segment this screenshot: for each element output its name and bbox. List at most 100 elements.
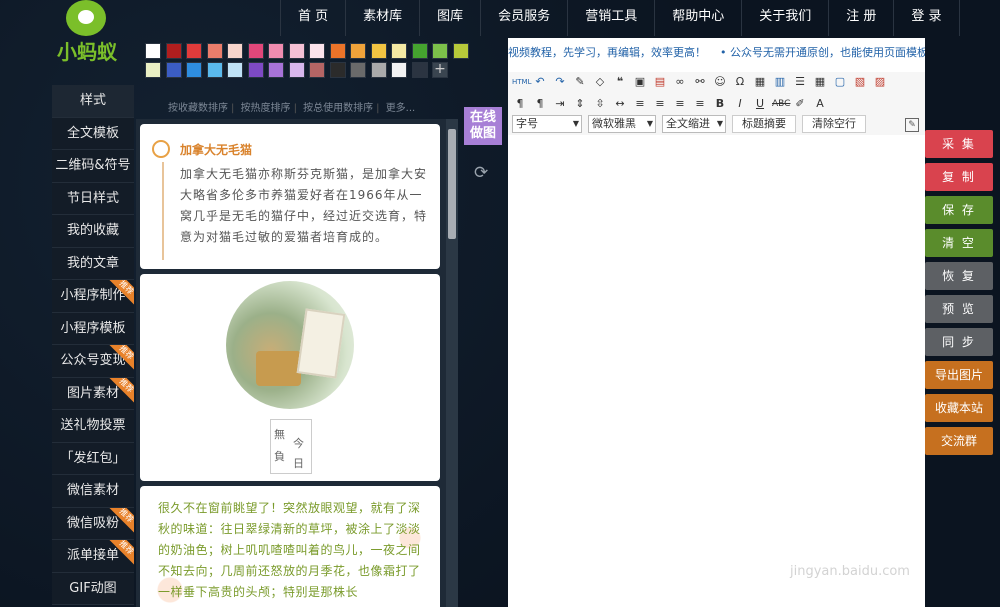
sidebar-item[interactable]: 样式 xyxy=(52,85,134,118)
title-summary-button[interactable]: 标题摘要 xyxy=(732,115,796,133)
font-family-select[interactable]: 微软雅黑 ▼ xyxy=(588,115,656,133)
sidebar-item[interactable]: 微信吸粉 推荐 xyxy=(52,507,134,540)
color-swatch[interactable] xyxy=(145,43,161,59)
table-icon[interactable]: ▦ xyxy=(812,74,828,90)
color-swatch[interactable] xyxy=(145,62,161,78)
indent-select[interactable]: 全文缩进 ▼ xyxy=(662,115,726,133)
sort-by-usage[interactable]: 按总使用数排序 xyxy=(303,103,373,114)
action-button[interactable]: 导出图片 xyxy=(925,361,993,389)
rtl-icon[interactable]: ¶ xyxy=(532,96,548,112)
font-color-icon[interactable]: A xyxy=(812,96,828,112)
sidebar-item[interactable]: 节日样式 xyxy=(52,182,134,215)
sidebar-item[interactable]: 全文模板 xyxy=(52,117,134,150)
highlight-icon[interactable]: ✐ xyxy=(792,96,808,112)
color-swatch[interactable] xyxy=(411,62,428,78)
nav-about-us[interactable]: 关于我们 xyxy=(741,0,828,36)
nav-login[interactable]: 登 录 xyxy=(893,0,960,36)
action-button[interactable]: 恢 复 xyxy=(925,262,993,290)
color-swatch[interactable] xyxy=(288,43,305,59)
action-button[interactable]: 预 览 xyxy=(925,295,993,323)
align-right-icon[interactable]: ≡ xyxy=(672,96,688,112)
letter-spacing-icon[interactable]: ↔ xyxy=(612,96,628,112)
template-scrollbar[interactable] xyxy=(446,119,458,607)
emoji-icon[interactable]: ☺ xyxy=(712,74,728,90)
sidebar-item[interactable]: 我的收藏 xyxy=(52,215,134,248)
edit-icon[interactable]: ✎ xyxy=(905,118,919,132)
color-swatch[interactable] xyxy=(370,62,387,78)
color-swatch[interactable] xyxy=(247,62,264,78)
color-swatch[interactable] xyxy=(391,43,407,59)
sidebar-item[interactable]: 送礼物投票 xyxy=(52,410,134,443)
scrollbar-thumb[interactable] xyxy=(448,129,456,239)
site-logo[interactable]: 小蚂蚁 xyxy=(52,0,122,64)
action-button[interactable]: 采 集 xyxy=(925,130,993,158)
template-card-cat[interactable]: 加拿大无毛猫 加拿大无毛猫亦称斯芬克斯猫，是加拿大安大略省多伦多市养猫爱好者在1… xyxy=(140,124,440,269)
sidebar-item[interactable]: 小程序模板 xyxy=(52,312,134,345)
quote-icon[interactable]: ❝ xyxy=(612,74,628,90)
preview-icon[interactable]: ▢ xyxy=(832,74,848,90)
nav-marketing-tools[interactable]: 营销工具 xyxy=(567,0,654,36)
sidebar-item[interactable]: 「发红包」 xyxy=(52,442,134,475)
sidebar-item[interactable]: 微信素材 xyxy=(52,475,134,508)
insert-file-icon[interactable]: ▤ xyxy=(652,74,668,90)
color-swatch[interactable] xyxy=(247,43,264,59)
refresh-icon[interactable]: ⟳ xyxy=(474,164,492,182)
color-swatch[interactable] xyxy=(350,43,366,59)
nav-register[interactable]: 注 册 xyxy=(828,0,893,36)
action-button[interactable]: 清 空 xyxy=(925,229,993,257)
image-icon[interactable]: ▦ xyxy=(752,74,768,90)
font-size-select[interactable]: 字号 ▼ xyxy=(512,115,582,133)
eraser-icon[interactable]: ◇ xyxy=(592,74,608,90)
list-icon[interactable]: ☰ xyxy=(792,74,808,90)
color-swatch[interactable] xyxy=(165,62,182,78)
color-swatch[interactable] xyxy=(206,62,223,78)
color-swatch[interactable] xyxy=(165,43,182,59)
color-swatch[interactable] xyxy=(432,43,448,59)
html-source-icon[interactable]: HTML xyxy=(512,74,531,90)
sidebar-item[interactable]: 二维码&符号 xyxy=(52,150,134,183)
nav-gallery[interactable]: 图库 xyxy=(419,0,480,36)
nav-material-library[interactable]: 素材库 xyxy=(345,0,419,36)
sort-more-link[interactable]: 更多... xyxy=(386,103,416,114)
template-card-image[interactable]: 無負 今日 xyxy=(140,274,440,481)
background-icon[interactable]: ▨ xyxy=(872,74,888,90)
color-swatch[interactable] xyxy=(329,43,346,59)
align-center-icon[interactable]: ≡ xyxy=(652,96,668,112)
color-swatch[interactable] xyxy=(268,62,284,78)
sidebar-item[interactable]: 我的文章 xyxy=(52,247,134,280)
link-icon[interactable]: ∞ xyxy=(672,74,688,90)
template-icon[interactable]: ▧ xyxy=(852,74,868,90)
line-spacing-icon[interactable]: ⇳ xyxy=(592,96,608,112)
ltr-icon[interactable]: ¶ xyxy=(512,96,528,112)
underline-icon[interactable]: U xyxy=(752,96,768,112)
sort-by-favorites[interactable]: 按收藏数排序 xyxy=(168,103,228,114)
justify-icon[interactable]: ≡ xyxy=(692,96,708,112)
action-button[interactable]: 同 步 xyxy=(925,328,993,356)
color-swatch[interactable] xyxy=(329,62,346,78)
sidebar-item[interactable]: GIF动图 xyxy=(52,572,134,605)
indent-icon[interactable]: ⇥ xyxy=(552,96,568,112)
color-swatch[interactable] xyxy=(411,43,428,59)
color-swatch[interactable] xyxy=(268,43,284,59)
action-button[interactable]: 收藏本站 xyxy=(925,394,993,422)
clear-blank-lines-button[interactable]: 清除空行 xyxy=(802,115,866,133)
color-swatch[interactable] xyxy=(227,62,243,78)
insert-image-icon[interactable]: ▣ xyxy=(632,74,648,90)
color-swatch[interactable] xyxy=(206,43,223,59)
color-swatch[interactable] xyxy=(288,62,305,78)
sidebar-item[interactable]: 公众号变现 推荐 xyxy=(52,345,134,378)
template-card-autumn[interactable]: 很久不在窗前眺望了！突然放眼观望，就有了深秋的味道：往日翠绿清新的草坪，被涂上了… xyxy=(140,486,440,607)
unlink-icon[interactable]: ⚯ xyxy=(692,74,708,90)
save-icon[interactable]: ▥ xyxy=(772,74,788,90)
color-swatch[interactable] xyxy=(309,43,325,59)
nav-help-center[interactable]: 帮助中心 xyxy=(654,0,741,36)
align-left-icon[interactable]: ≡ xyxy=(632,96,648,112)
color-swatch[interactable] xyxy=(350,62,366,78)
bold-icon[interactable]: B xyxy=(712,96,728,112)
action-button[interactable]: 复 制 xyxy=(925,163,993,191)
sidebar-item[interactable]: 小程序制作 推荐 xyxy=(52,280,134,313)
action-button[interactable]: 保 存 xyxy=(925,196,993,224)
special-char-icon[interactable]: Ω xyxy=(732,74,748,90)
notice-1[interactable]: 视频教程，先学习，再编辑，效率更高！ xyxy=(508,46,706,59)
action-button[interactable]: 交流群 xyxy=(925,427,993,455)
